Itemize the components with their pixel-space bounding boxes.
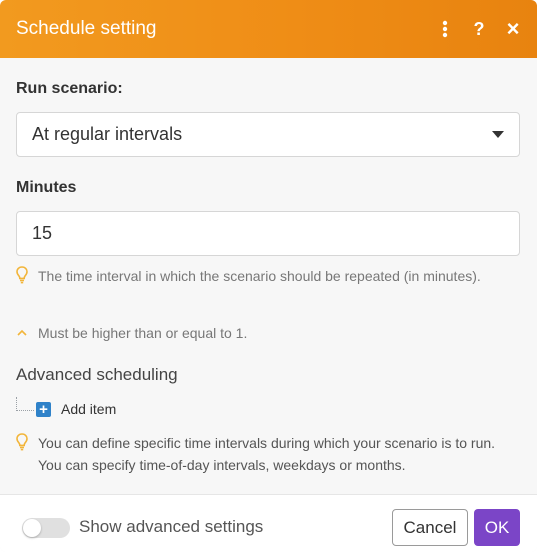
schedule-setting-dialog: Schedule setting ? × Run scenario: At re… xyxy=(0,0,537,552)
run-scenario-select[interactable]: At regular intervals xyxy=(16,112,520,157)
tree-connector xyxy=(16,397,34,411)
run-scenario-selected-value: At regular intervals xyxy=(32,124,183,144)
minutes-hint: The time interval in which the scenario … xyxy=(16,265,520,287)
dialog-footer: Show advanced settings Cancel OK xyxy=(0,494,537,552)
lightbulb-icon xyxy=(16,432,38,451)
advanced-settings-label[interactable]: Show advanced settings xyxy=(79,517,263,537)
dialog-header: Schedule setting ? × xyxy=(0,0,537,58)
header-actions: ? × xyxy=(437,16,521,41)
advanced-scheduling-label: Advanced scheduling xyxy=(16,365,178,384)
minutes-validation-text: Must be higher than or equal to 1. xyxy=(38,325,248,341)
toggle-knob xyxy=(23,519,41,537)
more-vertical-icon[interactable] xyxy=(437,19,453,39)
dialog-title: Schedule setting xyxy=(16,18,157,39)
ok-button[interactable]: OK xyxy=(474,509,520,546)
chevron-down-icon xyxy=(492,131,504,138)
chevron-up-icon xyxy=(16,322,38,341)
cancel-button[interactable]: Cancel xyxy=(392,509,468,546)
minutes-hint-text: The time interval in which the scenario … xyxy=(38,268,481,284)
minutes-validation: Must be higher than or equal to 1. xyxy=(16,322,520,344)
add-item-label: Add item xyxy=(61,401,117,417)
run-scenario-label: Run scenario: xyxy=(16,80,123,97)
minutes-label: Minutes xyxy=(16,179,77,196)
plus-icon: + xyxy=(36,401,51,417)
minutes-input[interactable] xyxy=(16,211,520,256)
advanced-scheduling-hint-text: You can define specific time intervals d… xyxy=(38,435,496,473)
advanced-settings-toggle[interactable] xyxy=(22,518,70,538)
dialog-content: Run scenario: At regular intervals Minut… xyxy=(0,58,537,494)
help-icon[interactable]: ? xyxy=(471,19,487,39)
lightbulb-icon xyxy=(16,265,38,284)
close-icon[interactable]: × xyxy=(505,16,521,41)
advanced-scheduling-hint: You can define specific time intervals d… xyxy=(16,432,520,476)
add-item-button[interactable]: + Add item xyxy=(36,401,116,417)
